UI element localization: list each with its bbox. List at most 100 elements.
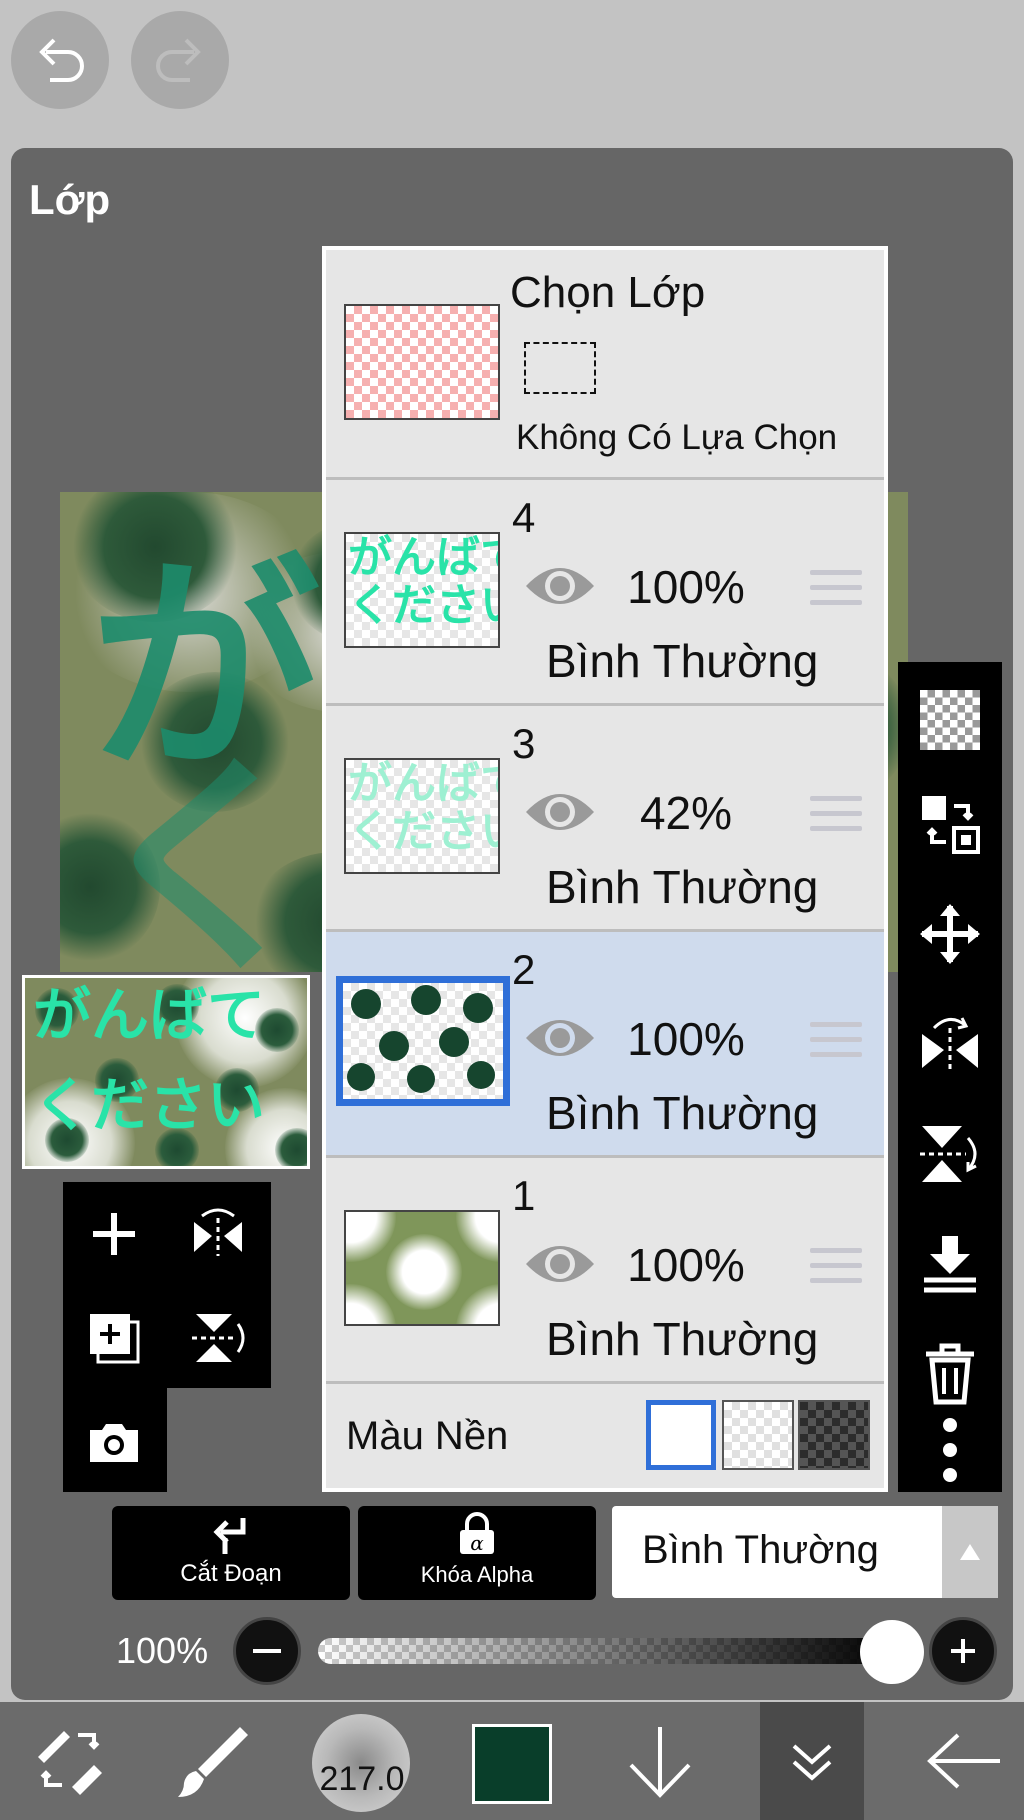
layer-blend-mode: Bình Thường (546, 1313, 819, 1365)
thumbnail-text-line1: がんばて (33, 981, 266, 1049)
clipping-button[interactable]: Cắt Đoạn (112, 1506, 350, 1600)
move-layer-button[interactable] (912, 896, 988, 972)
svg-text:α: α (470, 1531, 484, 1555)
layers-list: Chọn Lớp Không Có Lựa Chọn がんばて ください 4 1… (322, 246, 888, 1492)
move-icon (920, 904, 980, 964)
undo-button[interactable] (11, 11, 109, 109)
minus-icon (253, 1649, 281, 1653)
layer-thumbnail-text: ください (348, 581, 498, 631)
flip-horizontal-layer-button[interactable] (170, 1186, 266, 1282)
layer-blend-mode: Bình Thường (546, 1087, 819, 1139)
swap-layer-button[interactable] (912, 786, 988, 862)
selection-status: Không Có Lựa Chọn (516, 418, 838, 457)
layer-thumbnail-text: ください (348, 807, 498, 857)
selection-thumbnail (344, 304, 500, 420)
layer-blend-mode: Bình Thường (546, 635, 819, 687)
tool-switch-button[interactable] (20, 1702, 120, 1820)
selection-title: Chọn Lớp (510, 268, 706, 317)
merge-down-button[interactable] (912, 1226, 988, 1302)
redo-icon (156, 38, 201, 82)
layer-thumbnail-text: がんばて (348, 759, 498, 808)
layer-down-button[interactable] (610, 1702, 710, 1820)
alpha-lock-button[interactable]: α Khóa Alpha (358, 1506, 596, 1600)
background-color-label: Màu Nền (346, 1414, 509, 1458)
flip-vertical-button[interactable] (912, 1116, 988, 1192)
opacity-decrease-button[interactable] (233, 1617, 301, 1685)
more-options-button[interactable] (912, 1410, 988, 1490)
layer-row[interactable]: がんばて ください 4 100% Bình Thường (326, 480, 884, 706)
arrow-down-icon (629, 1727, 691, 1798)
layers-panel-toggle[interactable] (760, 1702, 864, 1820)
opacity-slider-knob[interactable] (860, 1620, 924, 1684)
flip-vertical-icon (920, 1126, 977, 1182)
alpha-lock-label: Khóa Alpha (420, 1562, 534, 1587)
drag-handle-icon[interactable] (810, 1248, 862, 1293)
eye-icon[interactable] (522, 782, 598, 842)
selection-layer-row[interactable]: Chọn Lớp Không Có Lựa Chọn (326, 250, 884, 480)
opacity-increase-button[interactable] (929, 1617, 997, 1685)
layer-opacity: 100% (627, 1013, 745, 1065)
opacity-value-label: 100% (116, 1630, 209, 1671)
add-special-layer-button[interactable] (66, 1290, 162, 1386)
drag-handle-icon[interactable] (810, 796, 862, 841)
drag-handle-icon[interactable] (810, 570, 862, 615)
redo-button[interactable] (131, 11, 229, 109)
opacity-slider-track[interactable] (318, 1638, 892, 1664)
more-vertical-icon (943, 1418, 957, 1482)
back-button[interactable] (914, 1702, 1014, 1820)
layer-number: 4 (512, 494, 536, 541)
flip-vertical-icon (192, 1314, 245, 1362)
eye-icon[interactable] (522, 556, 598, 616)
flip-horizontal-icon (194, 1208, 242, 1256)
trash-icon (926, 1343, 974, 1405)
canvas-thumbnail: がんばて ください (22, 975, 310, 1169)
selection-marquee-icon (524, 342, 596, 394)
layer-opacity: 100% (627, 561, 745, 613)
eye-icon[interactable] (522, 1234, 598, 1294)
layer-thumbnail: がんばて ください (344, 758, 500, 874)
lock-alpha-icon: α (460, 1512, 494, 1555)
swap-icon (922, 796, 980, 854)
blend-mode-select[interactable]: Bình Thường (612, 1506, 998, 1598)
layer-blend-mode: Bình Thường (546, 861, 819, 913)
bg-white-option[interactable] (646, 1400, 716, 1470)
camera-icon (90, 1424, 138, 1462)
eye-icon[interactable] (522, 1008, 598, 1068)
layer-opacity: 42% (639, 787, 733, 839)
clipping-label: Cắt Đoạn (180, 1560, 282, 1587)
merge-down-icon (924, 1236, 976, 1293)
brush-tool-button[interactable] (160, 1702, 260, 1820)
checker-icon (920, 690, 980, 750)
blend-mode-dropdown-arrow[interactable] (942, 1506, 998, 1598)
plus-icon (93, 1213, 135, 1255)
bg-dark-checker-option[interactable] (798, 1400, 870, 1470)
delete-layer-button[interactable] (912, 1336, 988, 1412)
add-layer-button[interactable] (66, 1186, 162, 1282)
layer-thumbnail-text: がんばて (348, 533, 498, 582)
pen-eraser-switch-icon (38, 1731, 102, 1795)
layer-actions-toolbar (898, 662, 1002, 1492)
layer-row-selected[interactable]: 2 100% Bình Thường (326, 932, 884, 1158)
brush-size-value: 217.0 (319, 1760, 405, 1798)
thumbnail-text-line2: ください (33, 1071, 266, 1139)
bg-transparent-option[interactable] (722, 1400, 794, 1470)
flip-vertical-layer-button[interactable] (170, 1290, 266, 1386)
drag-handle-icon[interactable] (810, 1022, 862, 1067)
camera-layer-button[interactable] (66, 1394, 162, 1490)
undo-icon (39, 38, 84, 82)
layer-opacity: 100% (627, 1239, 745, 1291)
background-color-row: Màu Nền (326, 1384, 884, 1488)
double-chevron-down-icon (792, 1744, 832, 1781)
layer-row[interactable]: がんばて ください 3 42% Bình Thường (326, 706, 884, 932)
plus-icon (951, 1639, 975, 1663)
flip-horizontal-button[interactable] (912, 1006, 988, 1082)
flip-horizontal-icon (922, 1017, 978, 1072)
layer-number: 1 (512, 1172, 536, 1219)
layer-number: 3 (512, 720, 536, 767)
clipping-arrow-icon (213, 1518, 246, 1554)
transparent-fill-button[interactable] (912, 682, 988, 758)
color-swatch-button[interactable] (472, 1724, 552, 1804)
blend-mode-value: Bình Thường (642, 1528, 879, 1572)
arrow-left-icon (927, 1733, 1000, 1789)
layer-row[interactable]: 1 100% Bình Thường (326, 1158, 884, 1384)
